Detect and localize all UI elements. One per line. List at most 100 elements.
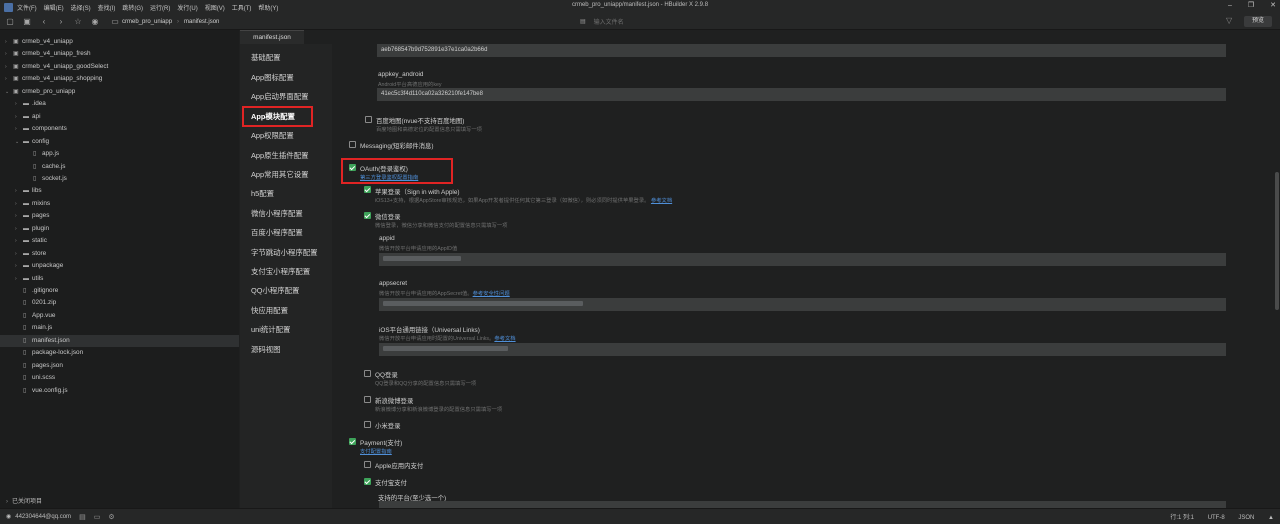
chevron-right-icon[interactable]: › (15, 198, 23, 210)
menu-find[interactable]: 查找(I) (98, 3, 116, 12)
run-icon[interactable]: ◉ (88, 17, 102, 26)
tree-item[interactable]: ▯ .gitignore (0, 285, 58, 297)
alipay-checkbox[interactable] (364, 478, 371, 485)
tree-item[interactable]: › ▬ api (0, 111, 41, 123)
menu-edit[interactable]: 编辑(E) (44, 3, 64, 12)
file-encoding[interactable]: UTF-8 (1208, 515, 1225, 521)
nav-uni-stat-config[interactable]: uni统计配置 (251, 324, 290, 335)
chevron-right-icon[interactable]: › (15, 273, 23, 285)
tab-manifest[interactable]: manifest.json (240, 30, 304, 44)
chevron-right-icon[interactable]: › (15, 235, 23, 247)
scrollbar-thumb[interactable] (1275, 172, 1279, 310)
nav-quickapp-config[interactable]: 快应用配置 (251, 305, 288, 316)
menu-view[interactable]: 视图(V) (205, 3, 225, 12)
menu-publish[interactable]: 发行(U) (177, 3, 197, 12)
nav-source-view[interactable]: 源码视图 (251, 344, 281, 355)
minimize-icon[interactable]: – (1228, 2, 1232, 9)
appkey-android-input[interactable]: 41ec5c3f4d110ca02a326210fe147be8 (377, 88, 1226, 101)
apple-iap-checkbox[interactable] (364, 461, 371, 468)
appsecret-security-link[interactable]: 参考安全性问题 (473, 291, 510, 297)
tree-item[interactable]: ⌄ ▣ crmeb_pro_uniapp (0, 86, 75, 98)
tree-item[interactable]: ▯ vue.config.js (0, 385, 68, 397)
tree-item[interactable]: › ▬ mixins (0, 198, 50, 210)
messaging-checkbox[interactable] (349, 141, 356, 148)
chevron-right-icon[interactable]: › (5, 36, 13, 48)
tree-item[interactable]: › ▣ crmeb_v4_uniapp_shopping (0, 73, 102, 85)
chevron-right-icon[interactable]: › (15, 123, 23, 135)
menu-select[interactable]: 选择(S) (71, 3, 91, 12)
maximize-icon[interactable]: ❐ (1248, 2, 1254, 9)
menu-help[interactable]: 帮助(Y) (258, 3, 278, 12)
tree-item[interactable]: › ▬ unpackage (0, 260, 63, 272)
appkey-ios-input[interactable]: aeb768547b9d752891e37e1ca0a2b66d (377, 44, 1226, 57)
tree-item[interactable]: ▯ main.js (0, 322, 52, 334)
nav-app-other-settings[interactable]: App常用其它设置 (251, 169, 309, 180)
tree-item[interactable]: ⌄ ▬ config (0, 136, 49, 148)
baidu-map-checkbox[interactable] (365, 116, 372, 123)
tree-item[interactable]: ▯ 0201.zip (0, 297, 56, 309)
tree-item[interactable]: › ▬ .idea (0, 98, 46, 110)
tree-item[interactable]: ▯ package-lock.json (0, 347, 83, 359)
tree-item[interactable]: › ▬ store (0, 248, 46, 260)
closed-projects[interactable]: › 已关闭项目 (0, 496, 42, 505)
payment-guide-link[interactable]: 支付配置指南 (360, 447, 392, 455)
menu-goto[interactable]: 跳转(G) (122, 3, 143, 12)
tree-item[interactable]: ▯ cache.js (0, 161, 65, 173)
breadcrumb-file[interactable]: manifest.json (184, 19, 219, 25)
wechat-login-checkbox[interactable] (364, 212, 371, 219)
tree-item[interactable]: ▯ manifest.json (0, 334, 239, 347)
save-icon[interactable]: ▣ (20, 17, 34, 26)
appid-input[interactable] (379, 253, 1226, 266)
back-icon[interactable]: ‹ (37, 17, 51, 26)
tree-item[interactable]: ▯ socket.js (0, 173, 67, 185)
breadcrumb-project[interactable]: crmeb_pro_uniapp (122, 19, 172, 25)
forward-icon[interactable]: › (54, 17, 68, 26)
tree-item[interactable]: ▯ pages.json (0, 360, 63, 372)
chevron-right-icon[interactable]: › (15, 111, 23, 123)
menu-run[interactable]: 运行(R) (150, 3, 170, 12)
chevron-right-icon[interactable]: › (15, 223, 23, 235)
nav-weixin-mp-config[interactable]: 微信小程序配置 (251, 208, 303, 219)
tree-item[interactable]: › ▣ crmeb_v4_uniapp_goodSelect (0, 61, 108, 73)
tree-item[interactable]: › ▬ pages (0, 210, 49, 222)
tree-item[interactable]: › ▬ components (0, 123, 67, 135)
tree-item[interactable]: ▯ uni.scss (0, 372, 55, 384)
nav-basic-config[interactable]: 基础配置 (251, 52, 281, 63)
nav-h5-config[interactable]: h5配置 (251, 188, 274, 199)
language-mode[interactable]: JSON (1238, 515, 1254, 521)
tree-item[interactable]: › ▣ crmeb_v4_uniapp_fresh (0, 48, 91, 60)
tree-item[interactable]: › ▣ crmeb_v4_uniapp (0, 36, 73, 48)
menu-file[interactable]: 文件(F) (17, 3, 37, 12)
payment-checkbox[interactable] (349, 438, 356, 445)
nav-app-native-plugin-config[interactable]: App原生插件配置 (251, 150, 309, 161)
chevron-right-icon[interactable]: › (15, 185, 23, 197)
new-file-icon[interactable]: ▢ (3, 17, 17, 26)
tree-item[interactable]: ▯ app.js (0, 148, 59, 160)
universal-links-input[interactable] (379, 343, 1226, 356)
preview-button[interactable]: 预览 (1244, 16, 1272, 27)
layout-icon[interactable]: ▤ (79, 513, 86, 521)
settings-icon[interactable]: ⚙ (108, 513, 114, 521)
tree-item[interactable]: ▯ App.vue (0, 310, 55, 322)
nav-toutiao-mp-config[interactable]: 字节跳动小程序配置 (251, 247, 318, 258)
chevron-down-icon[interactable]: ⌄ (15, 136, 23, 148)
filter-icon[interactable]: ▽ (1226, 16, 1232, 25)
nav-app-permission-config[interactable]: App权限配置 (251, 130, 294, 141)
menu-tools[interactable]: 工具(T) (232, 3, 252, 12)
notification-icon[interactable]: ▲ (1268, 515, 1274, 521)
weibo-login-checkbox[interactable] (364, 396, 371, 403)
chevron-right-icon[interactable]: › (15, 260, 23, 272)
nav-baidu-mp-config[interactable]: 百度小程序配置 (251, 227, 303, 238)
chevron-right-icon[interactable]: › (5, 48, 13, 60)
qq-login-checkbox[interactable] (364, 370, 371, 377)
bookmark-icon[interactable]: ☆ (71, 17, 85, 26)
chevron-right-icon[interactable]: › (15, 98, 23, 110)
alipay-platform-box[interactable] (379, 501, 1226, 508)
apple-doc-link[interactable]: 参考文档 (651, 198, 672, 204)
tree-item[interactable]: › ▬ static (0, 235, 47, 247)
nav-app-splash-config[interactable]: App启动界面配置 (251, 91, 309, 102)
console-icon[interactable]: ▭ (94, 513, 101, 521)
tree-item[interactable]: › ▬ utils (0, 273, 43, 285)
nav-qq-mp-config[interactable]: QQ小程序配置 (251, 285, 299, 296)
nav-alipay-mp-config[interactable]: 支付宝小程序配置 (251, 266, 310, 277)
